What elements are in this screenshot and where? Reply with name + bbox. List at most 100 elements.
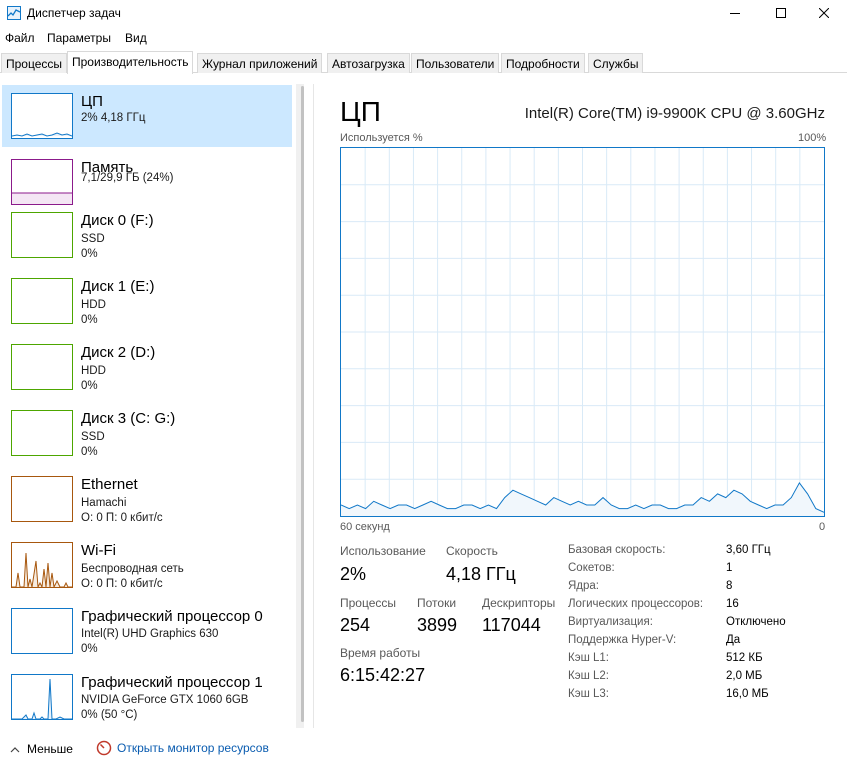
sidebar-item-sub: SSD: [81, 233, 105, 245]
menu-file[interactable]: Файл: [5, 31, 35, 45]
menu-bar: Файл Параметры Вид: [0, 28, 847, 48]
gpu-thumbnail-graph: [11, 674, 73, 720]
tab-performance[interactable]: Производительность: [67, 51, 194, 74]
detail-key: Виртуализация:: [568, 616, 653, 628]
detail-value: 16,0 МБ: [726, 688, 769, 700]
sidebar-item-sub2: 0% (50 °C): [81, 709, 138, 721]
sidebar-item-sub: 7,1/29,9 ГБ (24%): [81, 172, 174, 184]
tab-services[interactable]: Службы: [588, 53, 644, 73]
detail-value: 8: [726, 580, 733, 592]
tab-bar: Процессы Производительность Журнал прило…: [0, 51, 847, 74]
sidebar-item-sub: Intel(R) UHD Graphics 630: [81, 628, 219, 640]
network-thumbnail-graph: [11, 542, 73, 588]
close-button[interactable]: [801, 0, 847, 26]
sidebar-item-gpu-0[interactable]: Графический процессор 0 Intel(R) UHD Gra…: [2, 600, 292, 662]
fewer-details-button[interactable]: Меньше: [10, 742, 73, 756]
sidebar-item-sub2: 0%: [81, 248, 98, 260]
sidebar-item-sub: HDD: [81, 299, 106, 311]
sidebar-item-sub: HDD: [81, 365, 106, 377]
sidebar-item-gpu-1[interactable]: Графический процессор 1 NVIDIA GeForce G…: [2, 666, 292, 728]
sidebar-item-sub2: 0%: [81, 643, 98, 655]
memory-thumbnail-graph: [11, 159, 73, 205]
tab-app-history[interactable]: Журнал приложений: [197, 53, 323, 73]
panel-divider: [313, 84, 314, 728]
sidebar-item-title: Диск 2 (D:): [81, 344, 156, 361]
sidebar-item-title: Графический процессор 1: [81, 674, 263, 691]
sidebar-item-sub: 2% 4,18 ГГц: [81, 112, 146, 124]
detail-key: Ядра:: [568, 580, 600, 592]
detail-key: Поддержка Hyper-V:: [568, 634, 677, 646]
disk-thumbnail-graph: [11, 344, 73, 390]
sidebar-item-ethernet[interactable]: Ethernet Hamachi О: 0 П: 0 кбит/с: [2, 468, 292, 530]
sidebar-item-disk-0[interactable]: Диск 0 (F:) SSD 0%: [2, 204, 292, 266]
menu-options[interactable]: Параметры: [47, 31, 111, 45]
detail-value: 16: [726, 598, 739, 610]
graph-time-end-label: 0: [819, 521, 826, 533]
menu-view[interactable]: Вид: [125, 31, 147, 45]
disk-thumbnail-graph: [11, 278, 73, 324]
sidebar-scrollbar-thumb[interactable]: [301, 86, 304, 722]
disk-thumbnail-graph: [11, 410, 73, 456]
chevron-up-icon: [10, 746, 20, 752]
sidebar-item-wifi[interactable]: Wi-Fi Беспроводная сеть О: 0 П: 0 кбит/с: [2, 534, 292, 596]
usage-value: 2%: [340, 564, 367, 584]
detail-key: Логических процессоров:: [568, 598, 704, 610]
detail-key: Кэш L3:: [568, 688, 609, 700]
sidebar-item-disk-2[interactable]: Диск 2 (D:) HDD 0%: [2, 336, 292, 398]
detail-value: 512 КБ: [726, 652, 763, 664]
sidebar-item-title: Wi-Fi: [81, 542, 116, 559]
open-resource-monitor-link[interactable]: Открыть монитор ресурсов: [96, 740, 269, 756]
sidebar-item-sub2: О: 0 П: 0 кбит/с: [81, 512, 163, 524]
uptime-value: 6:15:42:27: [340, 665, 426, 685]
minimize-button[interactable]: [712, 0, 758, 26]
threads-value: 3899: [417, 615, 458, 635]
tab-details[interactable]: Подробности: [501, 53, 585, 73]
window-title: Диспетчер задач: [27, 6, 121, 20]
sidebar-item-title: ЦП: [81, 93, 103, 110]
title-bar: Диспетчер задач: [0, 0, 847, 28]
minimize-icon: [730, 13, 740, 14]
tab-processes[interactable]: Процессы: [1, 53, 68, 73]
processes-value: 254: [340, 615, 371, 635]
resource-monitor-icon: [96, 740, 112, 756]
detail-value: 2,0 МБ: [726, 670, 763, 682]
sidebar-item-sub2: 0%: [81, 380, 98, 392]
sidebar-item-sub2: О: 0 П: 0 кбит/с: [81, 578, 163, 590]
page-title: ЦП: [340, 96, 381, 127]
detail-key: Базовая скорость:: [568, 544, 666, 556]
footer: Меньше Открыть монитор ресурсов: [0, 730, 847, 772]
threads-label: Потоки: [417, 596, 457, 610]
close-icon: [819, 8, 829, 18]
sidebar-item-title: Диск 1 (E:): [81, 278, 155, 295]
sidebar-item-sub: NVIDIA GeForce GTX 1060 6GB: [81, 694, 249, 706]
tab-startup[interactable]: Автозагрузка: [327, 53, 410, 73]
network-thumbnail-graph: [11, 476, 73, 522]
task-manager-app-icon: [7, 6, 21, 20]
sidebar-item-disk-3[interactable]: Диск 3 (C: G:) SSD 0%: [2, 402, 292, 464]
sidebar-item-sub: Hamachi: [81, 497, 127, 509]
handles-value: 117044: [482, 615, 541, 635]
sidebar-item-sub: SSD: [81, 431, 105, 443]
sidebar-item-sub2: 0%: [81, 314, 98, 326]
task-manager-window: Диспетчер задач Файл Параметры Вид Проце…: [0, 0, 847, 772]
sidebar-item-disk-1[interactable]: Диск 1 (E:) HDD 0%: [2, 270, 292, 332]
sidebar-item-sub: Беспроводная сеть: [81, 563, 184, 575]
detail-value: 1: [726, 562, 733, 574]
tab-users[interactable]: Пользователи: [411, 53, 500, 73]
detail-key: Кэш L2:: [568, 670, 609, 682]
detail-value: Отключено: [726, 616, 786, 628]
handles-label: Дескрипторы: [482, 596, 556, 610]
fewer-details-label: Меньше: [27, 742, 73, 756]
sidebar-item-cpu[interactable]: ЦП 2% 4,18 ГГц: [2, 85, 292, 147]
graph-max-label: 100%: [798, 132, 827, 144]
graph-y-axis-label: Используется %: [340, 132, 423, 144]
sidebar-item-title: Ethernet: [81, 476, 138, 493]
sidebar-item-title: Диск 0 (F:): [81, 212, 154, 229]
cpu-model-name: Intel(R) Core(TM) i9-9900K CPU @ 3.60GHz: [524, 105, 825, 122]
speed-value: 4,18 ГГц: [446, 564, 516, 584]
maximize-button[interactable]: [758, 0, 804, 26]
disk-thumbnail-graph: [11, 212, 73, 258]
usage-label: Использование: [340, 544, 426, 558]
sidebar-item-title: Диск 3 (C: G:): [81, 410, 176, 427]
sidebar-item-title: Графический процессор 0: [81, 608, 263, 625]
